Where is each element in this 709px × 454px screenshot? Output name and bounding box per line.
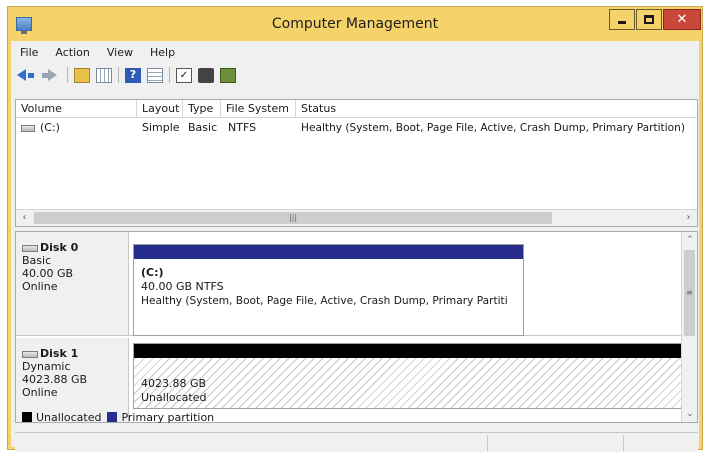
- menu-bar: File Action View Help: [11, 43, 183, 63]
- disk-name: Disk 1: [22, 347, 128, 360]
- vertical-scrollbar[interactable]: ⌃ ≡ ⌄: [681, 232, 697, 422]
- menu-view[interactable]: View: [98, 43, 141, 63]
- partition-size-fs: 40.00 GB NTFS: [141, 280, 224, 293]
- unallocated-space[interactable]: 4023.88 GB Unallocated: [133, 343, 694, 409]
- disk-name-text: Disk 0: [40, 241, 79, 254]
- disk-icon: [22, 244, 38, 252]
- primary-partition-swatch: [107, 412, 118, 422]
- legend: Unallocated Primary partition: [22, 410, 220, 424]
- window-title: Computer Management: [271, 16, 439, 32]
- menu-help[interactable]: Help: [141, 43, 183, 63]
- key-icon[interactable]: [198, 67, 214, 83]
- scroll-left-icon[interactable]: ‹: [16, 210, 33, 226]
- partition-status: Healthy (System, Boot, Page File, Active…: [141, 295, 508, 307]
- scroll-down-icon[interactable]: ⌄: [682, 406, 697, 422]
- legend-label-unallocated: Unallocated: [36, 410, 102, 424]
- up-folder-icon[interactable]: [74, 67, 90, 83]
- legend-item-unallocated: Unallocated: [22, 411, 101, 424]
- cell-volume: (C:): [21, 120, 60, 136]
- column-header-layout[interactable]: Layout: [137, 100, 183, 118]
- unallocated-bar: [134, 344, 693, 358]
- partition-details: (C:) 40.00 GB NTFS Healthy (System, Boot…: [141, 266, 508, 308]
- show-hide-tree-icon[interactable]: [96, 67, 112, 83]
- disk-kind: Basic: [22, 254, 52, 267]
- legend-item-primary-partition: Primary partition: [107, 411, 214, 424]
- status-bar: [15, 432, 698, 452]
- unallocated-details: 4023.88 GB Unallocated: [141, 377, 206, 405]
- partition-label: (C:): [141, 266, 164, 279]
- column-header-status[interactable]: Status: [296, 100, 696, 118]
- minimize-icon: [618, 21, 626, 24]
- vertical-scroll-thumb[interactable]: ≡: [684, 250, 695, 336]
- back-arrow-icon[interactable]: [17, 69, 26, 81]
- disk-state: Online: [22, 386, 58, 399]
- toolbar-separator: [169, 67, 170, 83]
- disk-label-0[interactable]: Disk 0 Basic 40.00 GB Online: [16, 232, 129, 335]
- disk-state: Online: [22, 280, 58, 293]
- horizontal-scroll-thumb[interactable]: |||: [34, 212, 552, 224]
- toolbar-separator: [67, 67, 68, 83]
- close-icon: ✕: [676, 12, 688, 27]
- volume-list: Volume Layout Type File System Status (C…: [15, 99, 698, 227]
- scroll-up-icon[interactable]: ⌃: [682, 232, 697, 248]
- maximize-button[interactable]: [636, 9, 662, 30]
- scroll-right-icon[interactable]: ›: [680, 210, 697, 226]
- cell-status: Healthy (System, Boot, Page File, Active…: [301, 122, 685, 134]
- list-view-icon[interactable]: [147, 67, 163, 83]
- toolbar-separator: [118, 67, 119, 83]
- partition-c[interactable]: (C:) 40.00 GB NTFS Healthy (System, Boot…: [133, 244, 524, 336]
- disk-name: Disk 0: [22, 241, 128, 254]
- volume-name: (C:): [40, 121, 60, 134]
- menu-file[interactable]: File: [11, 43, 46, 63]
- cell-layout: Simple: [142, 121, 180, 134]
- unallocated-size: 4023.88 GB: [141, 377, 207, 390]
- back-arrow-tail[interactable]: [28, 72, 34, 78]
- help-icon[interactable]: ?: [125, 67, 141, 83]
- column-header-volume[interactable]: Volume: [16, 100, 137, 118]
- minimize-button[interactable]: [609, 9, 635, 30]
- cell-type: Basic: [188, 121, 218, 134]
- disk-size: 4023.88 GB: [22, 373, 88, 386]
- disk-size: 40.00 GB: [22, 267, 74, 280]
- disk-icon: [22, 350, 38, 358]
- title-bar[interactable]: Computer Management ✕: [8, 7, 702, 41]
- legend-label-primary-partition: Primary partition: [121, 410, 215, 424]
- computer-management-window: Computer Management ✕ File Action View H…: [7, 6, 703, 452]
- status-divider: [623, 435, 624, 451]
- disk-kind: Dynamic: [22, 360, 71, 373]
- unallocated-status: Unallocated: [141, 391, 207, 404]
- cell-file-system: NTFS: [228, 121, 257, 134]
- disk-row-0[interactable]: Disk 0 Basic 40.00 GB Online (C:) 40.00 …: [16, 232, 682, 336]
- forward-arrow-icon[interactable]: [48, 69, 57, 81]
- menu-action[interactable]: Action: [46, 43, 97, 63]
- status-divider: [487, 435, 488, 451]
- primary-partition-bar: [134, 245, 523, 259]
- column-header-file-system[interactable]: File System: [221, 100, 296, 118]
- column-header-type[interactable]: Type: [183, 100, 221, 118]
- maximize-icon: [644, 15, 654, 24]
- horizontal-scrollbar[interactable]: ‹ ||| ›: [16, 209, 697, 226]
- disk-icon[interactable]: [220, 67, 236, 83]
- client-area: File Action View Help ? ✓ Volume Layout: [11, 41, 699, 452]
- drive-icon: [21, 124, 35, 132]
- properties-icon[interactable]: ✓: [176, 67, 192, 83]
- unallocated-swatch: [22, 412, 32, 422]
- disk-map-pane: Disk 0 Basic 40.00 GB Online (C:) 40.00 …: [15, 231, 698, 423]
- toolbar: ? ✓: [17, 65, 242, 85]
- close-button[interactable]: ✕: [663, 9, 701, 30]
- volume-list-header: Volume Layout Type File System Status: [16, 100, 697, 118]
- disk-name-text: Disk 1: [40, 347, 79, 360]
